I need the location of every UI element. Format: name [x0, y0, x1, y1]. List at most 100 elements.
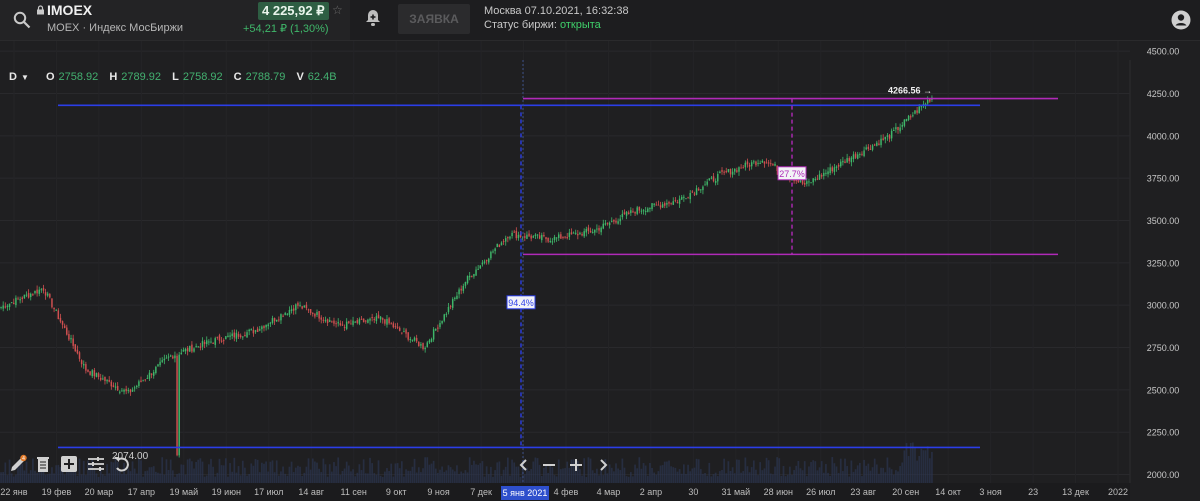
volume-bar: [846, 466, 848, 483]
volume-bar: [886, 457, 889, 483]
candle-body: [551, 241, 554, 243]
candle-body: [242, 336, 244, 338]
high-label: H: [109, 71, 118, 83]
volume-bar: [377, 460, 380, 483]
candle-body: [473, 274, 475, 277]
candle-body: [267, 324, 269, 327]
candle-body: [647, 208, 649, 212]
volume-bar: [437, 472, 439, 483]
volume-bar: [354, 476, 357, 483]
volume-bar: [464, 470, 467, 483]
candle-body: [577, 233, 579, 236]
user-icon[interactable]: [1171, 10, 1191, 30]
bell-add-icon[interactable]: [363, 8, 383, 28]
candle-body: [757, 162, 759, 164]
candle-body: [907, 115, 910, 120]
candle-body: [32, 294, 34, 296]
candle-body: [742, 167, 744, 169]
time-tick-label: 26 июл: [806, 487, 835, 497]
volume-bar: [653, 472, 656, 483]
pencil-icon[interactable]: 4: [8, 454, 28, 474]
candle-body: [352, 320, 354, 325]
candle-body: [222, 340, 225, 342]
plot-area[interactable]: [0, 41, 1130, 483]
volume-bar: [339, 474, 342, 483]
volume-bar: [839, 458, 842, 483]
price-tick-label: 3750.00: [1147, 174, 1180, 184]
price-tick-label: 2750.00: [1147, 343, 1180, 353]
candle-body: [447, 307, 450, 313]
scroll-right-icon[interactable]: [600, 459, 608, 471]
candle-body: [136, 385, 138, 388]
add-indicator-icon[interactable]: [59, 454, 79, 474]
volume-bar: [364, 473, 367, 483]
candle-body: [712, 176, 715, 182]
candle-body: [619, 218, 621, 222]
candle-body: [360, 318, 363, 320]
volume-bar: [176, 474, 178, 483]
settings-sliders-icon[interactable]: [86, 454, 106, 474]
volume-bar: [850, 460, 853, 483]
svg-text:4: 4: [22, 456, 25, 462]
trash-icon[interactable]: [33, 454, 53, 474]
candle-body: [392, 323, 395, 328]
candle-body: [127, 389, 130, 391]
candle-body: [566, 236, 568, 239]
volume-bar: [882, 467, 885, 483]
candle-body: [700, 189, 702, 191]
volume-bar: [53, 473, 55, 483]
candle-body: [526, 234, 528, 239]
candle-body: [384, 319, 386, 324]
volume-bar: [780, 475, 783, 483]
candle-body: [123, 389, 125, 392]
volume-bar: [687, 464, 689, 483]
candle-body: [46, 293, 49, 296]
volume-bar: [392, 476, 395, 483]
candle-body: [494, 248, 496, 251]
candle-body: [328, 320, 331, 322]
candle-body: [403, 331, 405, 333]
volume-bar: [909, 442, 912, 483]
search-icon[interactable]: [13, 11, 31, 29]
candle-body: [693, 193, 696, 195]
candle-body: [695, 188, 698, 195]
volume-bar: [931, 451, 933, 483]
volume-bar: [663, 461, 666, 483]
candle-body: [25, 294, 28, 296]
timeframe-label[interactable]: D: [9, 71, 17, 83]
close-label: C: [233, 71, 242, 83]
candle-body: [396, 326, 399, 328]
candle-body: [755, 161, 757, 166]
candle-body: [555, 237, 558, 239]
volume-bar: [229, 463, 231, 483]
scroll-left-icon[interactable]: [519, 459, 527, 471]
candle-body: [53, 307, 55, 310]
time-tick-label: 28 июн: [764, 487, 793, 497]
time-tick-label: 17 июл: [254, 487, 283, 497]
volume-bar: [205, 475, 208, 483]
order-button[interactable]: ЗАЯВКА: [398, 4, 470, 34]
volume-bar: [670, 466, 672, 483]
ticker-box[interactable]: IMOEX MOEX · Индекс МосБиржи 4 225,92 ₽ …: [0, 0, 350, 40]
timeframe-dropdown-icon[interactable]: ▼: [21, 73, 29, 82]
volume-bar: [451, 469, 454, 483]
candle-body: [485, 259, 488, 262]
volume-bar: [101, 474, 104, 483]
volume-bar: [411, 466, 414, 483]
candle-body: [717, 174, 719, 182]
candle-body: [292, 308, 295, 311]
candle-body: [710, 177, 713, 179]
volume-bar: [761, 470, 764, 483]
volume-bar: [691, 468, 694, 483]
zoom-in-icon[interactable]: [570, 459, 582, 471]
volume-bar: [466, 472, 469, 483]
volume-bar: [318, 468, 320, 483]
candle-body: [509, 236, 511, 239]
candle-body: [422, 343, 424, 349]
volume-bar: [174, 476, 176, 483]
candle-body: [689, 192, 691, 200]
star-icon[interactable]: ☆: [332, 3, 343, 17]
candle-body: [199, 346, 202, 348]
candle-body: [748, 164, 751, 167]
candle-body: [140, 380, 142, 383]
